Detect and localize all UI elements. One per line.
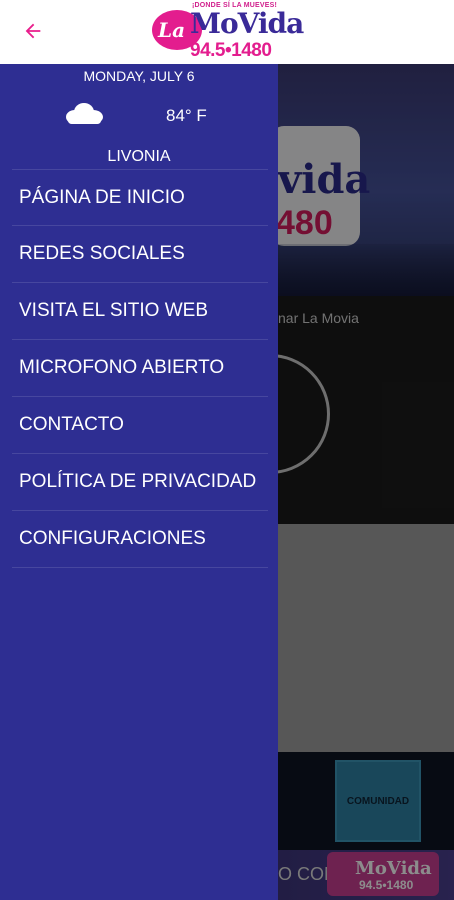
current-date: MONDAY, JULY 6	[83, 68, 195, 84]
back-button[interactable]	[16, 14, 50, 48]
station-logo: ¡DONDE SÍ LA MUEVES! La MoVida 94.5•1480	[150, 0, 306, 64]
navigation-drawer: MONDAY, JULY 6 84° F LIVONIA PÁGINA DE I…	[0, 64, 278, 900]
cloud-icon	[66, 103, 103, 124]
menu-item-privacidad[interactable]: POLÍTICA DE PRIVACIDAD	[12, 454, 268, 511]
location-name: LIVONIA	[107, 148, 171, 165]
menu-item-configuraciones[interactable]: CONFIGURACIONES	[12, 511, 268, 568]
weather-row: 84° F	[0, 94, 278, 134]
logo-la: La	[158, 18, 186, 42]
temperature: 84° F	[166, 106, 207, 125]
arrow-left-icon	[25, 23, 41, 39]
drawer-menu: PÁGINA DE INICIO REDES SOCIALES VISITA E…	[12, 169, 268, 568]
drawer-scrim[interactable]	[278, 64, 454, 900]
menu-item-sitio-web[interactable]: VISITA EL SITIO WEB	[12, 283, 268, 340]
menu-item-inicio[interactable]: PÁGINA DE INICIO	[12, 169, 268, 226]
menu-item-redes-sociales[interactable]: REDES SOCIALES	[12, 226, 268, 283]
logo-frequency: 94.5•1480	[190, 40, 272, 61]
menu-item-microfono-abierto[interactable]: MICROFONO ABIERTO	[12, 340, 268, 397]
app-bar: ¡DONDE SÍ LA MUEVES! La MoVida 94.5•1480	[0, 0, 454, 64]
logo-name: MoVida	[190, 7, 304, 40]
menu-item-contacto[interactable]: CONTACTO	[12, 397, 268, 454]
